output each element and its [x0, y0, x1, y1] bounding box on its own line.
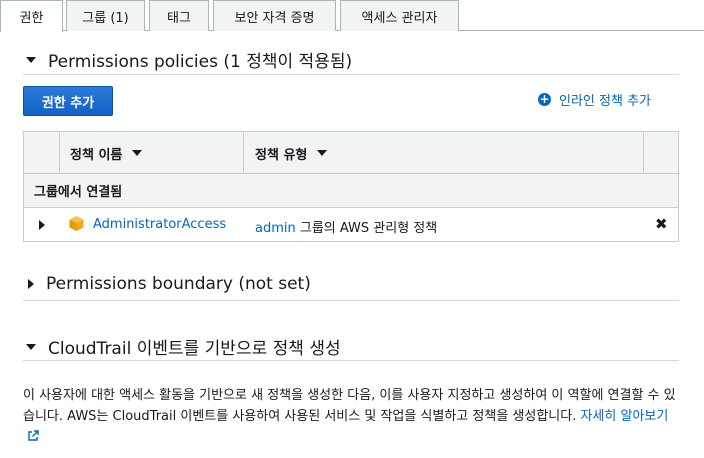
column-divider: [59, 132, 60, 174]
column-header-policy-type[interactable]: 정책 유형: [255, 132, 328, 174]
divider: [23, 74, 679, 75]
policy-name-link[interactable]: AdministratorAccess: [93, 217, 226, 232]
policies-table: 정책 이름 정책 유형 그룹에서 연결됨 AdministratorAccess…: [23, 131, 679, 242]
add-inline-policy-link[interactable]: + 인라인 정책 추가: [538, 90, 651, 109]
managed-policy-icon: [69, 216, 84, 231]
group-link[interactable]: admin: [255, 221, 296, 236]
permissions-policies-toggle[interactable]: Permissions policies (1 정책이 적용됨): [26, 47, 352, 72]
permissions-boundary-toggle[interactable]: Permissions boundary (not set): [26, 274, 311, 294]
add-permissions-button[interactable]: 권한 추가: [23, 86, 113, 116]
divider: [23, 360, 679, 361]
tab-permissions[interactable]: 권한: [0, 0, 63, 32]
group-header-row: 그룹에서 연결됨: [24, 174, 678, 208]
divider: [23, 300, 679, 301]
add-inline-policy-label: 인라인 정책 추가: [559, 94, 651, 109]
column-header-policy-name[interactable]: 정책 이름: [70, 132, 143, 174]
caret-down-icon: [26, 56, 36, 63]
sort-icon: [132, 150, 143, 156]
permissions-policies-title: Permissions policies (1 정책이 적용됨): [48, 52, 353, 72]
tab-groups[interactable]: 그룹 (1): [66, 0, 145, 31]
expand-row-icon[interactable]: [39, 220, 45, 230]
caret-right-icon: [28, 279, 34, 289]
cloudtrail-title: CloudTrail 이벤트를 기반으로 정책 생성: [48, 339, 341, 359]
tab-tags[interactable]: 태그: [149, 0, 209, 31]
cloudtrail-toggle[interactable]: CloudTrail 이벤트를 기반으로 정책 생성: [26, 334, 341, 359]
policy-type: admin 그룹의 AWS 관리형 정책: [255, 221, 438, 236]
tab-bar: 권한 그룹 (1) 태그 보안 자격 증명 액세스 관리자: [0, 0, 704, 32]
tab-access-advisor[interactable]: 액세스 관리자: [340, 0, 459, 31]
table-row: AdministratorAccess admin 그룹의 AWS 관리형 정책…: [24, 208, 678, 241]
column-divider: [643, 132, 644, 174]
column-divider: [243, 132, 244, 174]
external-link-icon: [28, 430, 39, 441]
cloudtrail-description: 이 사용자에 대한 액세스 활동을 기반으로 새 정책을 생성한 다음, 이를 …: [23, 385, 683, 448]
permissions-boundary-title: Permissions boundary (not set): [46, 274, 311, 294]
tab-security-credentials[interactable]: 보안 자격 증명: [213, 0, 336, 31]
plus-circle-icon: +: [538, 92, 551, 106]
sort-icon: [317, 150, 328, 156]
caret-down-icon: [26, 343, 36, 350]
table-header: 정책 이름 정책 유형: [24, 132, 678, 174]
remove-icon[interactable]: ✖: [655, 215, 668, 233]
